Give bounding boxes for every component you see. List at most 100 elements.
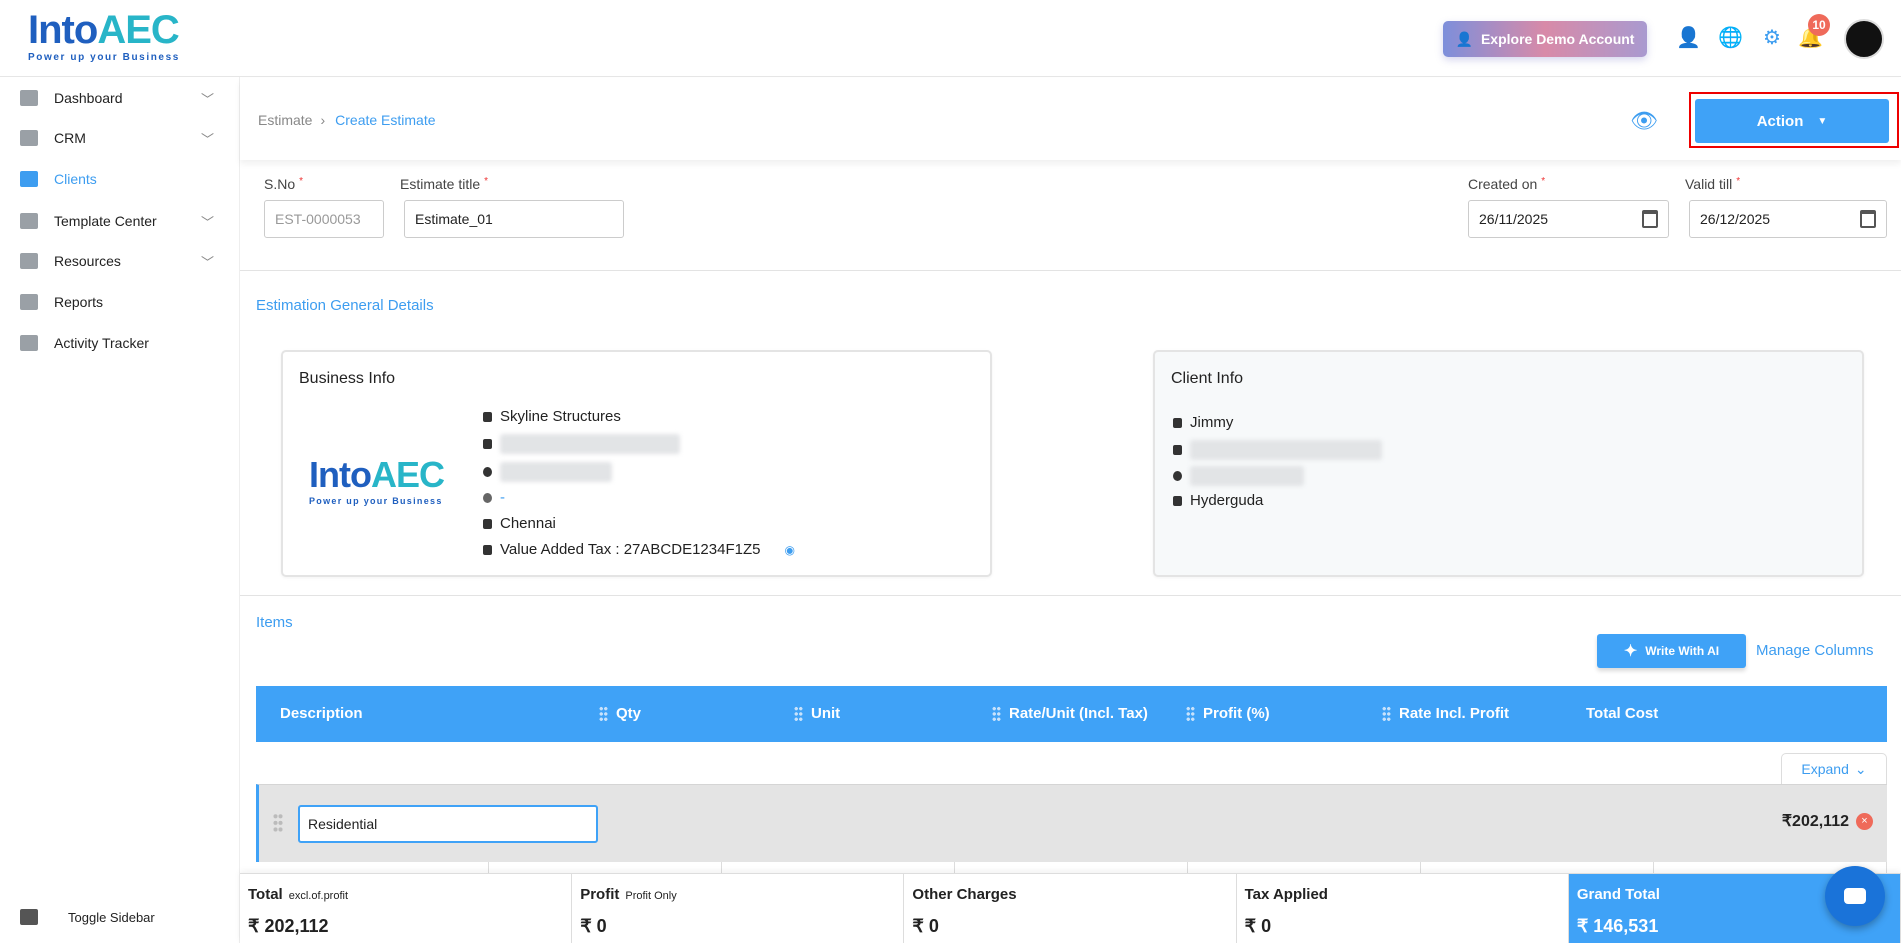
business-name: Skyline Structures [500,408,621,425]
gear-icon[interactable]: ⚙ [1760,26,1784,50]
group-row: Residential ₹202,112 × [256,784,1887,862]
demo-label: Explore Demo Account [1480,31,1635,47]
manage-columns-link[interactable]: Manage Columns [1756,642,1874,659]
calendar-icon[interactable] [1860,210,1876,228]
estimate-title-input[interactable]: Estimate_01 [404,200,624,238]
tax-value: ₹ 0 [1244,916,1272,936]
notification-badge: 10 [1808,14,1830,36]
totals-footer: Total excl.of.profit ₹ 202,112 Profit Profi… [240,873,1901,943]
template-icon [20,213,38,229]
valid-till-input[interactable]: 26/12/2025 [1689,200,1887,238]
calendar-icon[interactable] [1642,210,1658,228]
drag-handle-icon[interactable] [992,705,1001,722]
sidebar-item-resources[interactable]: Resources ﹀ [0,243,240,279]
column-rate-unit[interactable]: Rate/Unit (Incl. Tax) [992,705,1148,722]
sidebar-item-label: Resources [54,253,121,269]
column-unit[interactable]: Unit [794,705,840,722]
preview-eye-icon[interactable]: 👁 [1630,108,1658,133]
location-icon [1173,495,1182,506]
sno-input[interactable]: EST-0000053 [264,200,384,238]
chevron-down-icon: ⌄ [1854,760,1867,777]
column-total-cost[interactable]: Total Cost [1586,705,1658,722]
sidebar-item-clients[interactable]: Clients [0,161,240,197]
column-label: Qty [616,705,642,722]
logo-accent: AEC [97,8,179,52]
sidebar-item-label: Activity Tracker [54,335,149,351]
profit-label: Profit [580,886,620,903]
other-charges-value: ₹ 0 [912,916,939,936]
sidebar-item-activity-tracker[interactable]: Activity Tracker [0,325,240,361]
column-qty[interactable]: Qty [599,705,641,722]
activity-icon [20,335,38,351]
user-demo-icon: 👤 [1455,30,1473,47]
avatar[interactable] [1844,19,1884,59]
redacted-phone [1190,466,1304,486]
breadcrumb-estimate[interactable]: Estimate [258,112,312,128]
chevron-down-icon: ﹀ [200,214,214,230]
required-mark: * [484,176,489,187]
profit-value: ₹ 0 [580,916,607,936]
caret-down-icon: ▼ [1817,115,1828,127]
phone-icon [1173,471,1182,481]
other-charges-cell: Other Charges ₹ 0 [904,874,1237,943]
sidebar-item-crm[interactable]: CRM ﹀ [0,120,240,156]
expand-label: Expand [1801,761,1849,777]
remove-group-icon[interactable]: × [1856,813,1873,830]
location-icon [483,518,492,529]
explore-demo-button[interactable]: 👤 Explore Demo Account [1443,21,1647,57]
dashboard-icon [20,90,38,106]
business-city: Chennai [500,515,556,532]
add-user-icon[interactable]: 👤 [1676,26,1701,50]
group-total: ₹202,112 [1781,813,1849,830]
drag-handle-icon[interactable] [273,813,283,833]
drag-handle-icon[interactable] [1186,705,1195,722]
expand-button[interactable]: Expand ⌄ [1781,753,1887,784]
business-logo: IntoAEC Power up your Business [309,454,445,506]
write-with-ai-button[interactable]: ✦ Write With AI [1597,634,1746,668]
column-description[interactable]: Description [280,705,363,722]
created-label: Created on * [1468,176,1545,192]
business-vat: Value Added Tax : 27ABCDE1234F1Z5 [500,541,761,558]
mail-icon [483,439,492,449]
grand-total-value: ₹ 146,531 [1576,916,1659,936]
group-name-input[interactable]: Residential [298,805,598,843]
logo-accent: AEC [370,454,445,495]
column-label: Unit [811,705,841,722]
column-label: Total Cost [1586,705,1659,722]
sidebar-item-label: Reports [54,294,104,310]
card-title: Client Info [1171,370,1244,387]
date-value: 26/11/2025 [1479,211,1549,227]
sidebar-item-template-center[interactable]: Template Center ﹀ [0,203,240,239]
business-website[interactable]: - [500,489,505,506]
label-text: Estimate title [400,176,481,192]
toggle-label: Toggle Sidebar [68,909,155,925]
total-sub: excl.of.profit [288,890,349,902]
redacted-email [500,434,680,454]
items-title: Items [256,614,293,631]
redacted-email [1190,440,1382,460]
sidebar-item-label: CRM [54,130,86,146]
created-on-input[interactable]: 26/11/2025 [1468,200,1669,238]
client-address: Hyderguda [1190,492,1264,509]
chevron-down-icon: ﹀ [200,131,214,147]
drag-handle-icon[interactable] [794,705,803,722]
total-value: ₹ 202,112 [248,916,329,936]
eye-icon[interactable]: ◉ [784,543,794,557]
action-button[interactable]: Action ▼ [1695,99,1889,143]
items-table-header: Description Qty Unit Rate/Unit (Incl. Ta… [256,686,1887,742]
profit-sub: Profit Only [625,890,677,902]
total-label: Total [248,886,283,903]
chat-button[interactable] [1825,866,1885,926]
column-profit[interactable]: Profit (%) [1186,705,1270,722]
sidebar-item-dashboard[interactable]: Dashboard ﹀ [0,80,240,116]
globe-icon[interactable]: 🌐 [1718,26,1743,50]
top-header: IntoAEC Power up your Business 👤 Explore … [0,0,1901,77]
drag-handle-icon[interactable] [1382,705,1391,722]
toggle-sidebar[interactable]: Toggle Sidebar [0,899,240,935]
column-rate-incl-profit[interactable]: Rate Incl. Profit [1382,705,1509,722]
sidebar-item-label: Template Center [54,213,157,229]
drag-handle-icon[interactable] [599,705,608,722]
intoaec-logo[interactable]: IntoAEC Power up your Business [28,8,180,64]
breadcrumb-current: Create Estimate [335,112,436,128]
sidebar-item-reports[interactable]: Reports [0,284,240,320]
